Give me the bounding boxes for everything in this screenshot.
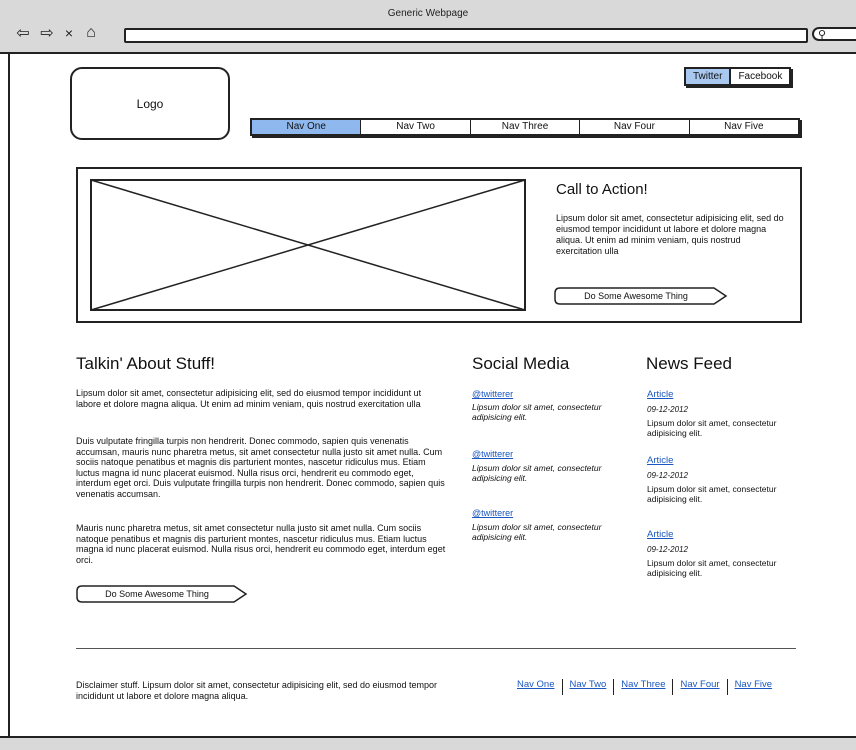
footer-nav-four[interactable]: Nav Four bbox=[675, 679, 724, 695]
nav-item-one[interactable]: Nav One bbox=[252, 120, 362, 134]
cta-title: Call to Action! bbox=[556, 181, 648, 198]
footer-disclaimer: Disclaimer stuff. Lipsum dolor sit amet,… bbox=[76, 680, 437, 701]
article-date: 09-12-2012 bbox=[647, 545, 688, 554]
nav-item-four[interactable]: Nav Four bbox=[580, 120, 690, 134]
browser-chrome: Generic Webpage ⇦ ⇨ × ⌂ ⚲ bbox=[0, 0, 856, 54]
tab-twitter[interactable]: Twitter bbox=[686, 69, 732, 84]
cta-button[interactable]: Do Some Awesome Thing bbox=[554, 287, 728, 305]
social-heading: Social Media bbox=[472, 354, 570, 373]
article-date: 09-12-2012 bbox=[647, 471, 688, 480]
article-text: Lipsum dolor sit amet, consectetur adipi… bbox=[647, 558, 777, 578]
footer-nav: Nav One Nav Two Nav Three Nav Four Nav F… bbox=[512, 679, 777, 695]
footer-nav-separator bbox=[561, 679, 563, 695]
footer-nav-separator bbox=[726, 679, 728, 695]
talk-button-label: Do Some Awesome Thing bbox=[105, 589, 209, 599]
article-link[interactable]: Article bbox=[647, 455, 673, 466]
window-title: Generic Webpage bbox=[387, 8, 469, 19]
tab-facebook[interactable]: Facebook bbox=[731, 69, 790, 84]
talk-button[interactable]: Do Some Awesome Thing bbox=[76, 585, 248, 603]
nav-item-five[interactable]: Nav Five bbox=[689, 120, 799, 134]
footer-nav-five[interactable]: Nav Five bbox=[730, 679, 777, 695]
browser-status-bar bbox=[0, 736, 856, 750]
logo-label: Logo bbox=[136, 96, 164, 111]
article-date: 09-12-2012 bbox=[647, 405, 688, 414]
home-icon[interactable]: ⌂ bbox=[82, 24, 100, 42]
news-heading: News Feed bbox=[646, 354, 732, 373]
cta-body: Lipsum dolor sit amet, consectetur adipi… bbox=[556, 213, 784, 256]
social-post-text: Lipsum dolor sit amet, consectetur adipi… bbox=[472, 522, 602, 542]
footer-nav-three[interactable]: Nav Three bbox=[616, 679, 670, 695]
hero-panel: Call to Action! Lipsum dolor sit amet, c… bbox=[76, 167, 802, 323]
logo[interactable]: Logo bbox=[70, 67, 230, 140]
footer-divider bbox=[76, 648, 796, 649]
frame-border-left bbox=[8, 54, 10, 736]
nav-item-three[interactable]: Nav Three bbox=[470, 120, 581, 134]
forward-arrow-icon[interactable]: ⇨ bbox=[38, 24, 56, 42]
search-field[interactable]: ⚲ bbox=[812, 27, 856, 41]
article-link[interactable]: Article bbox=[647, 529, 673, 540]
social-tabs: Twitter Facebook bbox=[684, 67, 792, 86]
cta-button-label: Do Some Awesome Thing bbox=[584, 291, 688, 301]
social-post-text: Lipsum dolor sit amet, consectetur adipi… bbox=[472, 463, 602, 483]
footer-nav-two[interactable]: Nav Two bbox=[565, 679, 612, 695]
article-text: Lipsum dolor sit amet, consectetur adipi… bbox=[647, 484, 777, 504]
article-link[interactable]: Article bbox=[647, 389, 673, 400]
talk-paragraph-1: Lipsum dolor sit amet, consectetur adipi… bbox=[76, 388, 422, 409]
social-handle-link[interactable]: @twitterer bbox=[472, 389, 513, 399]
footer-nav-separator bbox=[613, 679, 615, 695]
address-bar[interactable] bbox=[124, 28, 808, 43]
main-nav: Nav One Nav Two Nav Three Nav Four Nav F… bbox=[250, 118, 800, 136]
search-icon: ⚲ bbox=[818, 29, 827, 41]
close-icon[interactable]: × bbox=[60, 24, 78, 42]
social-handle-link[interactable]: @twitterer bbox=[472, 508, 513, 518]
article-text: Lipsum dolor sit amet, consectetur adipi… bbox=[647, 418, 777, 438]
footer-nav-one[interactable]: Nav One bbox=[512, 679, 560, 695]
social-post-text: Lipsum dolor sit amet, consectetur adipi… bbox=[472, 402, 602, 422]
talk-paragraph-2: Duis vulputate fringilla turpis non hend… bbox=[76, 436, 445, 499]
nav-item-two[interactable]: Nav Two bbox=[361, 120, 471, 134]
image-placeholder bbox=[90, 179, 526, 311]
footer-nav-separator bbox=[672, 679, 674, 695]
back-arrow-icon[interactable]: ⇦ bbox=[14, 24, 32, 42]
social-handle-link[interactable]: @twitterer bbox=[472, 449, 513, 459]
talk-paragraph-3: Mauris nunc pharetra metus, sit amet con… bbox=[76, 523, 446, 565]
talk-heading: Talkin' About Stuff! bbox=[76, 354, 216, 373]
